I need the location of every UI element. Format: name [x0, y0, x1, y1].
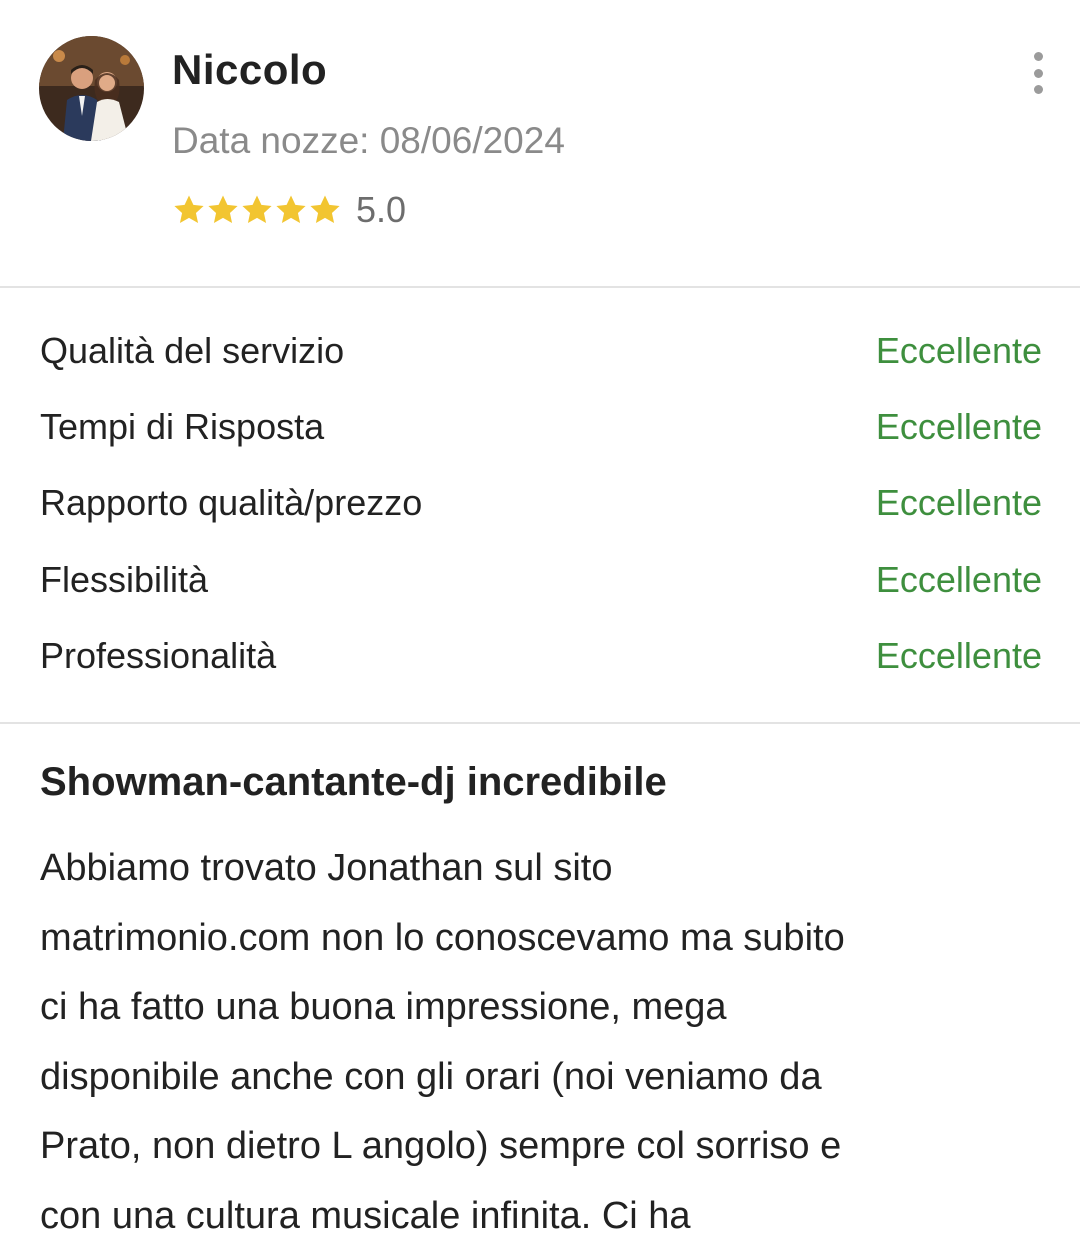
criteria-row: Professionalità Eccellente — [40, 626, 1042, 686]
avatar[interactable] — [39, 36, 144, 141]
star-rating: 5.0 — [172, 189, 407, 230]
reviewer-name: Niccolo — [172, 46, 328, 93]
criteria-value: Eccellente — [875, 635, 1042, 676]
criteria-label: Rapporto qualità/prezzo — [40, 482, 423, 523]
star-icon — [310, 195, 340, 224]
criteria-value: Eccellente — [875, 406, 1042, 447]
criteria-row: Qualità del servizio Eccellente — [40, 321, 1042, 381]
criteria-value: Eccellente — [875, 330, 1042, 371]
review-line: matrimonio.com non lo conoscevamo ma sub… — [40, 916, 845, 959]
review-body: Abbiamo trovato Jonathan sul sito matrim… — [40, 834, 1050, 1251]
star-icon — [208, 195, 238, 224]
divider — [0, 286, 1080, 288]
criteria-row: Tempi di Risposta Eccellente — [40, 397, 1042, 457]
star-icon — [276, 195, 306, 224]
criteria-label: Qualità del servizio — [40, 330, 345, 371]
menu-dot — [1033, 85, 1043, 94]
review-line: Prato, non dietro L angolo) sempre col s… — [40, 1125, 842, 1167]
criteria-label: Professionalità — [40, 635, 277, 676]
menu-dot — [1033, 68, 1043, 78]
criteria-label: Tempi di Risposta — [40, 406, 325, 447]
review-header: Niccolo Data nozze: 08/06/2024 5.0 — [0, 0, 1080, 287]
criteria-value: Eccellente — [875, 559, 1042, 600]
review-line: con una cultura musicale infinita. Ci ha — [40, 1194, 691, 1237]
criteria-row: Flessibilità Eccellente — [40, 550, 1042, 610]
rating-value: 5.0 — [356, 189, 407, 230]
more-options-icon[interactable] — [1020, 52, 1056, 94]
review-line: ci ha fatto una buona impressione, mega — [40, 986, 727, 1028]
criteria-value: Eccellente — [875, 482, 1042, 523]
criteria-label: Flessibilità — [40, 559, 209, 600]
menu-dot — [1033, 52, 1043, 61]
review-title: Showman-cantante-dj incredibile — [40, 760, 667, 804]
review-line: disponibile anche con gli orari (noi ven… — [40, 1055, 822, 1098]
divider — [0, 722, 1080, 724]
star-icon — [174, 195, 204, 224]
wedding-date: Data nozze: 08/06/2024 — [172, 120, 565, 161]
avatar-photo — [39, 36, 144, 141]
criteria-row: Rapporto qualità/prezzo Eccellente — [40, 473, 1042, 533]
star-icon — [242, 195, 272, 224]
review-line: Abbiamo trovato Jonathan sul sito — [40, 847, 613, 889]
